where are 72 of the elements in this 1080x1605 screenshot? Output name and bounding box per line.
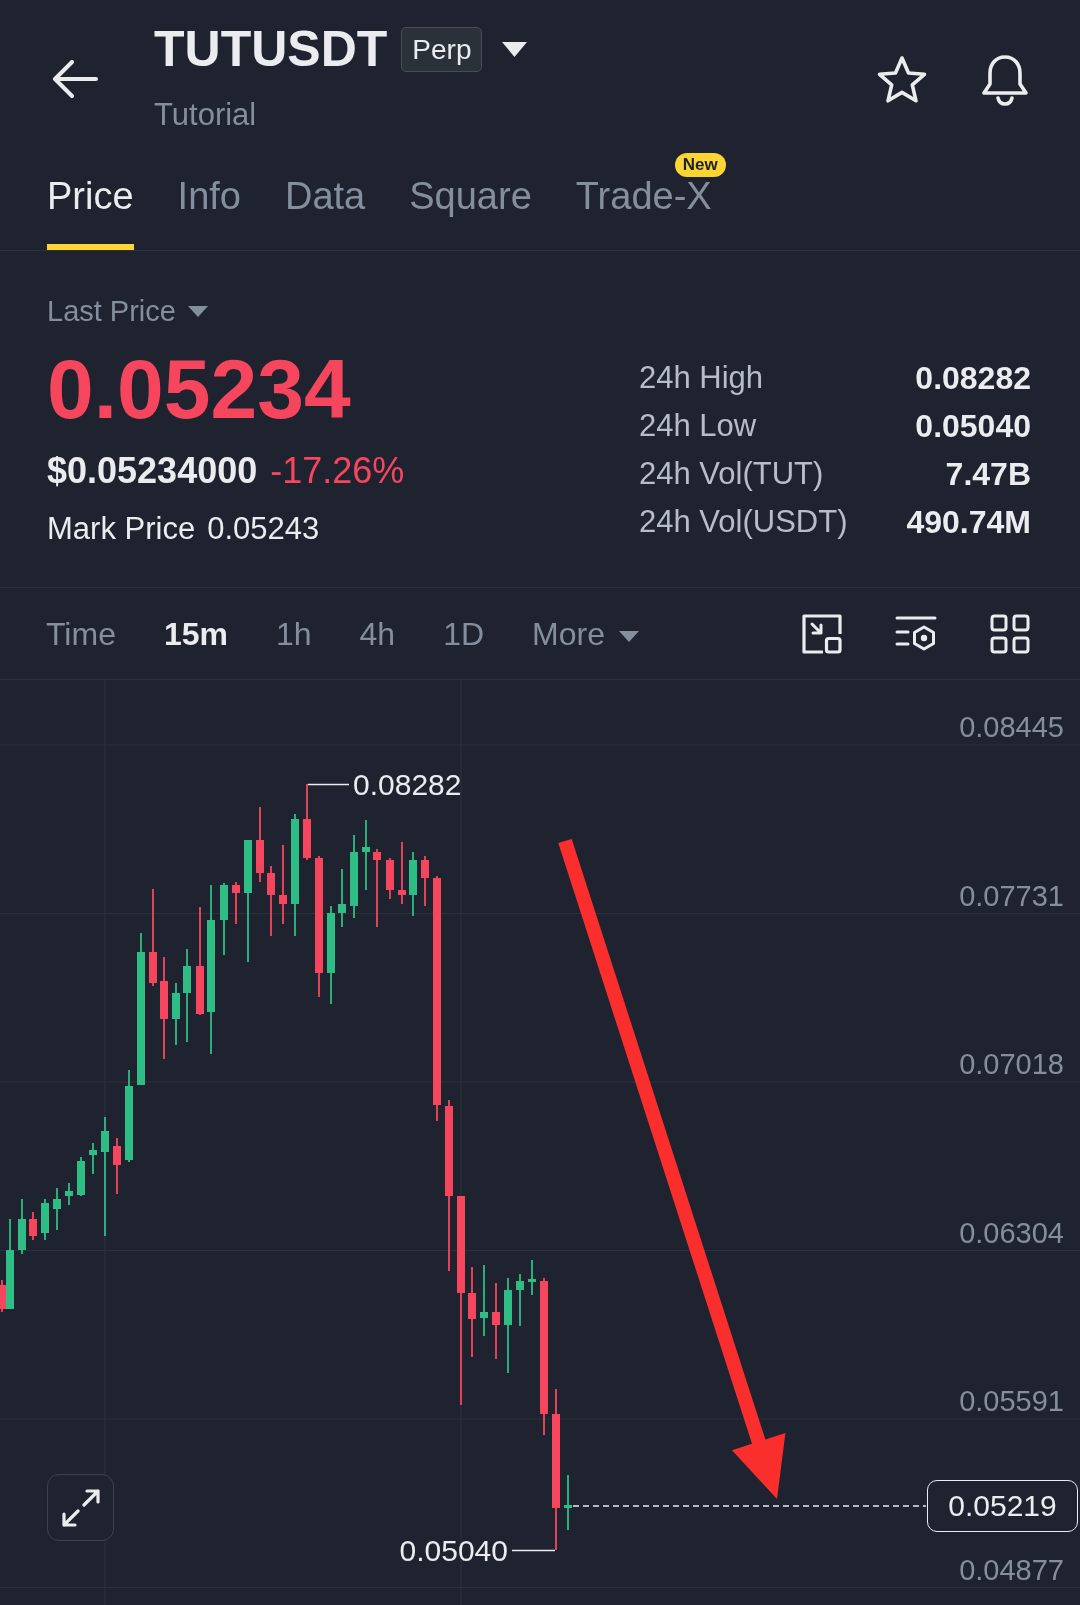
tab[interactable]: Price bbox=[47, 173, 134, 250]
candlestick bbox=[409, 852, 417, 916]
tab[interactable]: Square bbox=[409, 173, 532, 250]
symbol-subtitle: Tutorial bbox=[154, 96, 257, 134]
price-axis-label: 0.05591 bbox=[959, 1385, 1064, 1417]
bell-icon[interactable] bbox=[980, 54, 1030, 106]
interval-tab[interactable]: 4h bbox=[359, 611, 396, 656]
mark-price-label: Mark Price bbox=[47, 510, 196, 548]
price-change: -17.26% bbox=[270, 449, 405, 493]
candlestick bbox=[564, 1475, 572, 1530]
symbol-title: TUTUSDT bbox=[154, 21, 388, 77]
contract-tag: Perp bbox=[401, 26, 483, 72]
high-price-label: 0.08282 bbox=[353, 768, 462, 801]
interval-tab[interactable]: 15m bbox=[163, 611, 228, 656]
picture-in-picture-icon[interactable] bbox=[802, 613, 842, 654]
mark-price-value: 0.05243 bbox=[207, 510, 320, 548]
candlestick bbox=[65, 1183, 73, 1205]
interval-tab[interactable]: Time bbox=[46, 611, 116, 656]
interval-tab[interactable]: 1h bbox=[275, 611, 312, 656]
candlestick bbox=[516, 1274, 524, 1326]
dropdown-caret-icon[interactable] bbox=[187, 305, 208, 317]
interval-tab[interactable]: More bbox=[532, 611, 639, 656]
price-axis-label: 0.06304 bbox=[959, 1216, 1064, 1249]
dropdown-caret-icon[interactable] bbox=[618, 630, 639, 642]
stat-value: 0.08282 bbox=[915, 359, 1031, 398]
price-axis-label: 0.07018 bbox=[959, 1048, 1064, 1080]
candlestick bbox=[18, 1199, 26, 1254]
price-axis-label: 0.04877 bbox=[959, 1553, 1064, 1586]
candlestick bbox=[41, 1199, 49, 1240]
candlestick bbox=[421, 856, 429, 906]
candlestick bbox=[528, 1260, 536, 1295]
low-price-label: 0.05040 bbox=[399, 1534, 508, 1567]
stat-label: 24h Low bbox=[639, 407, 757, 445]
candlestick bbox=[29, 1212, 37, 1240]
price-axis-label: 0.08445 bbox=[959, 711, 1064, 743]
candlestick bbox=[362, 820, 370, 890]
candlestick bbox=[398, 842, 406, 904]
expand-icon bbox=[60, 1487, 101, 1528]
star-icon[interactable] bbox=[876, 55, 928, 105]
fullscreen-button[interactable] bbox=[47, 1474, 114, 1541]
hexagon-lines-icon[interactable] bbox=[895, 614, 937, 653]
caret-icon[interactable] bbox=[502, 41, 528, 57]
candlestick bbox=[77, 1157, 85, 1196]
candlestick bbox=[386, 858, 394, 899]
candlestick bbox=[480, 1265, 488, 1336]
new-badge: New bbox=[674, 153, 726, 177]
stat-value: 7.47B bbox=[945, 455, 1031, 494]
tab[interactable]: Data bbox=[284, 173, 366, 250]
candlestick bbox=[232, 882, 240, 924]
candlestick bbox=[338, 869, 346, 927]
stat-label: 24h High bbox=[639, 359, 764, 397]
tab[interactable]: Info bbox=[177, 173, 241, 250]
leader-line bbox=[307, 783, 350, 786]
stat-label: 24h Vol(USDT) bbox=[639, 503, 848, 541]
stat-value: 0.05040 bbox=[915, 407, 1031, 446]
candlestick bbox=[172, 983, 180, 1045]
leader-line bbox=[511, 1549, 556, 1552]
interval-tab[interactable]: 1D bbox=[443, 611, 485, 656]
grid-icon[interactable] bbox=[990, 613, 1030, 654]
back-arrow-icon[interactable] bbox=[52, 60, 98, 98]
candlestick bbox=[113, 1138, 121, 1194]
price-axis-label: 0.07731 bbox=[959, 879, 1064, 912]
last-price: 0.05234 bbox=[47, 344, 351, 434]
candlestick bbox=[267, 866, 275, 936]
candlestick bbox=[89, 1143, 97, 1174]
price-type-selector[interactable]: Last Price bbox=[47, 291, 176, 331]
candlestick bbox=[53, 1188, 61, 1230]
candlestick bbox=[220, 883, 228, 955]
stat-value: 490.74M bbox=[906, 503, 1031, 542]
stat-label: 24h Vol(TUT) bbox=[639, 455, 824, 493]
current-price-tag: 0.05219 bbox=[927, 1480, 1078, 1532]
usd-price: $0.05234000 bbox=[47, 449, 258, 493]
